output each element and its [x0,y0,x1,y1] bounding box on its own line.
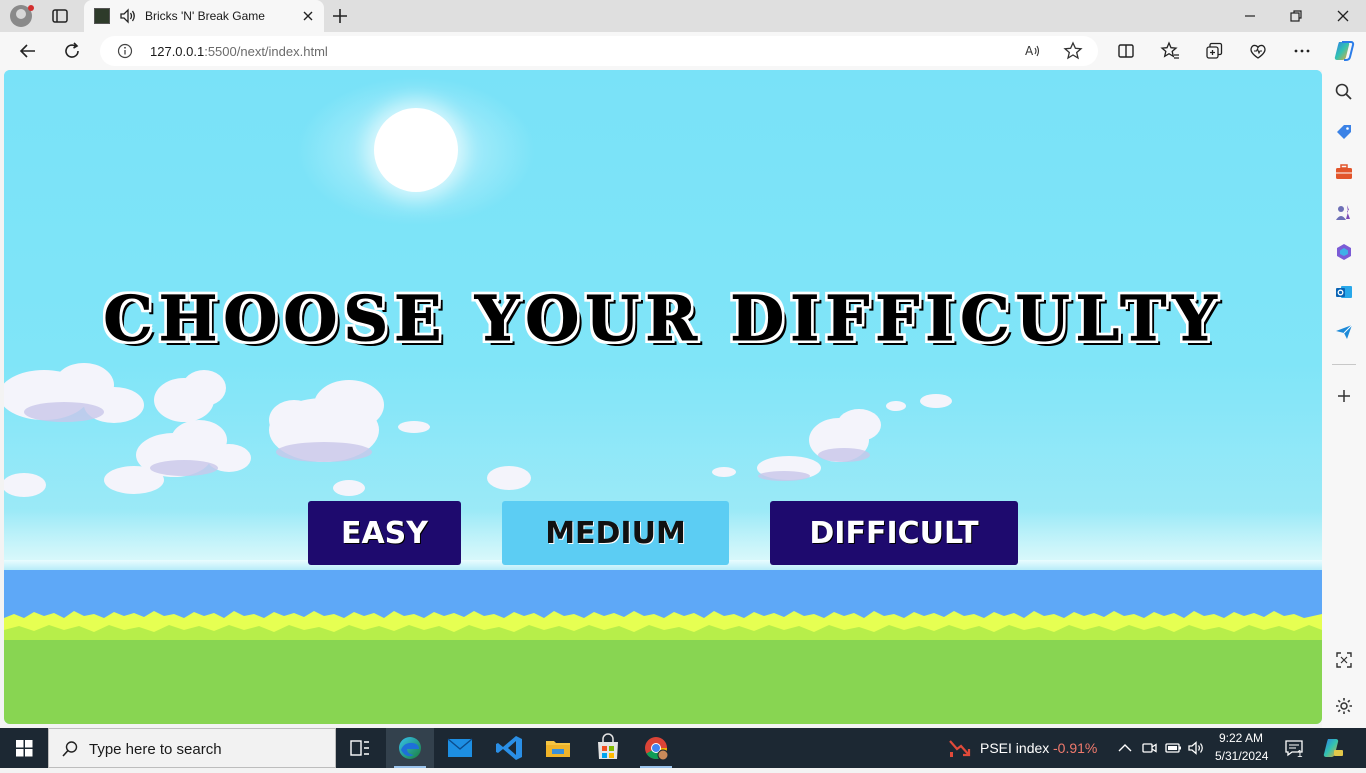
new-tab-icon[interactable] [330,6,350,26]
stock-change[interactable]: -0.91% [1053,740,1097,756]
address-bar[interactable]: 127.0.0.1:5500/next/index.html A [100,36,1098,66]
games-icon[interactable] [1334,202,1354,222]
page-heading: CHOOSE YOUR DIFFICULTY [103,282,1223,356]
restore-icon[interactable] [1286,6,1306,26]
profile-notification-dot [28,5,34,11]
battery-icon[interactable] [1164,739,1182,757]
difficult-button[interactable]: DIFFICULT [770,501,1018,565]
screenshot-capture-icon[interactable] [1334,650,1354,670]
vscode-icon[interactable] [486,728,534,768]
sidebar-separator [1332,364,1356,365]
search-icon[interactable] [1334,82,1354,102]
tab-strip: Bricks 'N' Break Game [0,0,1366,32]
show-hidden-icons-chevron-icon[interactable] [1116,739,1134,757]
pixel-clouds [4,363,952,497]
collections-icon[interactable] [1204,41,1224,61]
windows-start-icon[interactable] [0,728,48,768]
settings-gear-icon[interactable] [1334,696,1354,716]
stock-chart-icon[interactable] [948,737,972,759]
chrome-icon [645,737,669,761]
game-favicon-icon [94,8,110,24]
edge-browser-icon [399,737,421,759]
volume-icon[interactable] [1187,739,1205,757]
tools-briefcase-icon[interactable] [1334,162,1354,182]
active-tab[interactable]: Bricks 'N' Break Game [84,0,324,32]
task-view-icon[interactable] [336,728,384,768]
medium-button[interactable]: MEDIUM [502,501,729,565]
tab-title: Bricks 'N' Break Game [145,9,265,23]
favorites-icon[interactable] [1160,41,1180,61]
close-window-icon[interactable] [1333,6,1353,26]
windows-taskbar: Type here to search PSEI index -0.91% 9:… [0,728,1366,768]
clock-time[interactable]: 9:22 AM [1219,731,1263,745]
grass-ground [4,640,1322,724]
meet-now-icon[interactable] [1140,739,1158,757]
url-path: :5500/next/index.html [204,44,328,59]
microsoft-365-icon[interactable] [1334,242,1354,262]
page-viewport: CHOOSE YOUR DIFFICULTY EASY MEDIUM DIFFI… [4,70,1322,724]
navigation-bar: 127.0.0.1:5500/next/index.html A [0,32,1366,70]
minimize-icon[interactable] [1240,6,1260,26]
read-aloud-icon[interactable]: A [1024,42,1042,60]
search-icon [62,741,78,757]
sun [374,108,458,192]
file-explorer-icon[interactable] [534,728,582,768]
mail-icon[interactable] [436,728,484,768]
shopping-tag-icon[interactable] [1334,122,1354,142]
easy-button[interactable]: EASY [308,501,461,565]
add-sidebar-app-icon[interactable] [1334,386,1354,406]
close-tab-icon[interactable] [300,8,316,24]
notification-count: 1 [1297,749,1303,760]
taskbar-search-box[interactable]: Type here to search [48,728,336,768]
site-info-icon[interactable] [117,43,133,59]
edge-taskbar-app[interactable] [386,728,434,768]
chrome-taskbar-app[interactable] [632,728,680,768]
back-arrow-icon[interactable] [18,41,38,61]
tab-actions-icon[interactable] [50,6,70,26]
clock-date[interactable]: 5/31/2024 [1215,749,1268,763]
browser-essentials-icon[interactable] [1248,41,1268,61]
svg-text:A: A [1025,44,1034,58]
copilot-preview-icon[interactable] [1322,736,1344,760]
refresh-icon[interactable] [62,41,82,61]
more-options-icon[interactable] [1292,41,1312,61]
outlook-icon[interactable] [1334,282,1354,302]
search-placeholder: Type here to search [89,741,222,758]
url-host: 127.0.0.1 [150,44,205,59]
speaker-icon[interactable] [119,7,137,25]
split-screen-icon[interactable] [1116,41,1136,61]
microsoft-store-icon[interactable] [584,728,632,768]
favorite-star-icon[interactable] [1063,41,1083,61]
stock-name[interactable]: PSEI index [980,740,1049,756]
pixel-grass-edge [4,611,1322,644]
edge-sidebar [1322,70,1366,728]
send-drop-icon[interactable] [1334,322,1354,342]
url-text[interactable]: 127.0.0.1:5500/next/index.html [150,44,328,59]
copilot-icon[interactable] [1332,39,1356,63]
